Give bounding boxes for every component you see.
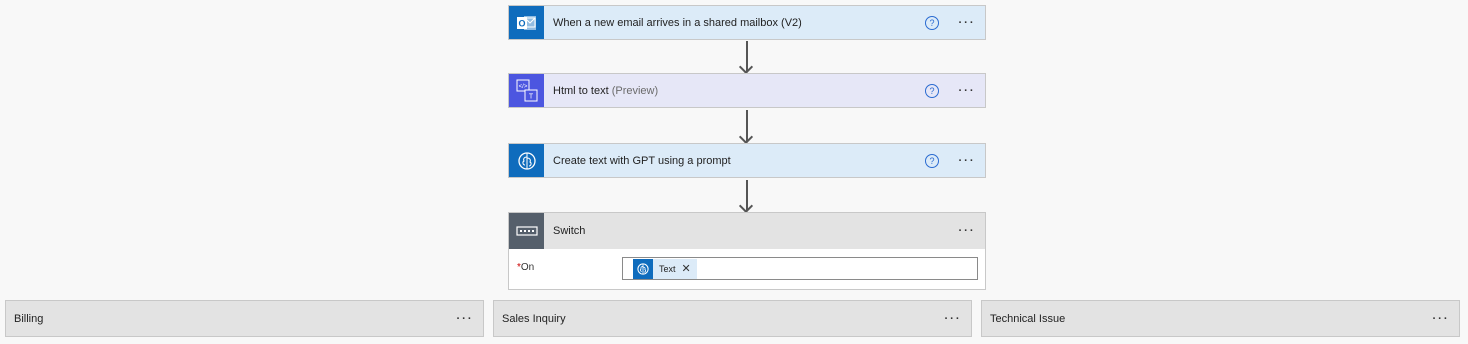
help-icon[interactable]: ? [925, 83, 939, 98]
more-options-button[interactable]: ··· [957, 17, 977, 29]
connector-arrow [746, 110, 748, 141]
connector-arrow [746, 180, 748, 210]
help-icon[interactable]: ? [925, 153, 939, 168]
switch-icon [509, 213, 544, 249]
ai-brain-icon [509, 144, 544, 177]
connector-arrow [746, 41, 748, 71]
dynamic-content-token[interactable]: Text ✕ [633, 258, 697, 279]
action-card-create-text-gpt[interactable]: Create text with GPT using a prompt ? ··… [508, 143, 986, 178]
svg-text:T: T [528, 93, 533, 100]
case-card-technical-issue[interactable]: Technical Issue ··· [981, 300, 1460, 337]
more-options-button[interactable]: ··· [957, 225, 977, 237]
flow-canvas: O When a new email arrives in a shared m… [0, 0, 1468, 344]
html-to-text-icon: </> T [509, 74, 544, 107]
more-options-button[interactable]: ··· [1431, 313, 1451, 325]
more-options-button[interactable]: ··· [957, 155, 977, 167]
more-options-button[interactable]: ··· [455, 313, 475, 325]
more-options-button[interactable]: ··· [943, 313, 963, 325]
action-card-html-to-text[interactable]: </> T Html to text (Preview) ? ··· [508, 73, 986, 108]
remove-token-icon[interactable]: ✕ [682, 262, 697, 275]
svg-text:O: O [518, 18, 525, 28]
switch-control-card[interactable]: Switch ··· *On Text ✕ [508, 212, 986, 290]
outlook-icon: O [509, 6, 544, 39]
help-icon[interactable]: ? [925, 15, 939, 30]
on-expression-field[interactable]: Text ✕ [622, 257, 978, 280]
ai-brain-icon [633, 258, 653, 279]
case-title: Billing [14, 312, 44, 325]
on-label: On [520, 262, 535, 273]
token-label: Text [659, 263, 676, 274]
case-card-sales-inquiry[interactable]: Sales Inquiry ··· [493, 300, 972, 337]
trigger-card-email[interactable]: O When a new email arrives in a shared m… [508, 5, 986, 40]
step-title: Create text with GPT using a prompt [553, 154, 731, 167]
svg-text:</>: </> [518, 84, 527, 90]
case-card-billing[interactable]: Billing ··· [5, 300, 484, 337]
switch-title: Switch [553, 225, 586, 237]
case-title: Technical Issue [990, 312, 1066, 325]
case-title: Sales Inquiry [502, 312, 566, 325]
step-title: When a new email arrives in a shared mai… [553, 16, 802, 29]
preview-tag: (Preview) [611, 84, 659, 97]
more-options-button[interactable]: ··· [957, 85, 977, 97]
step-title: Html to text [553, 84, 609, 97]
